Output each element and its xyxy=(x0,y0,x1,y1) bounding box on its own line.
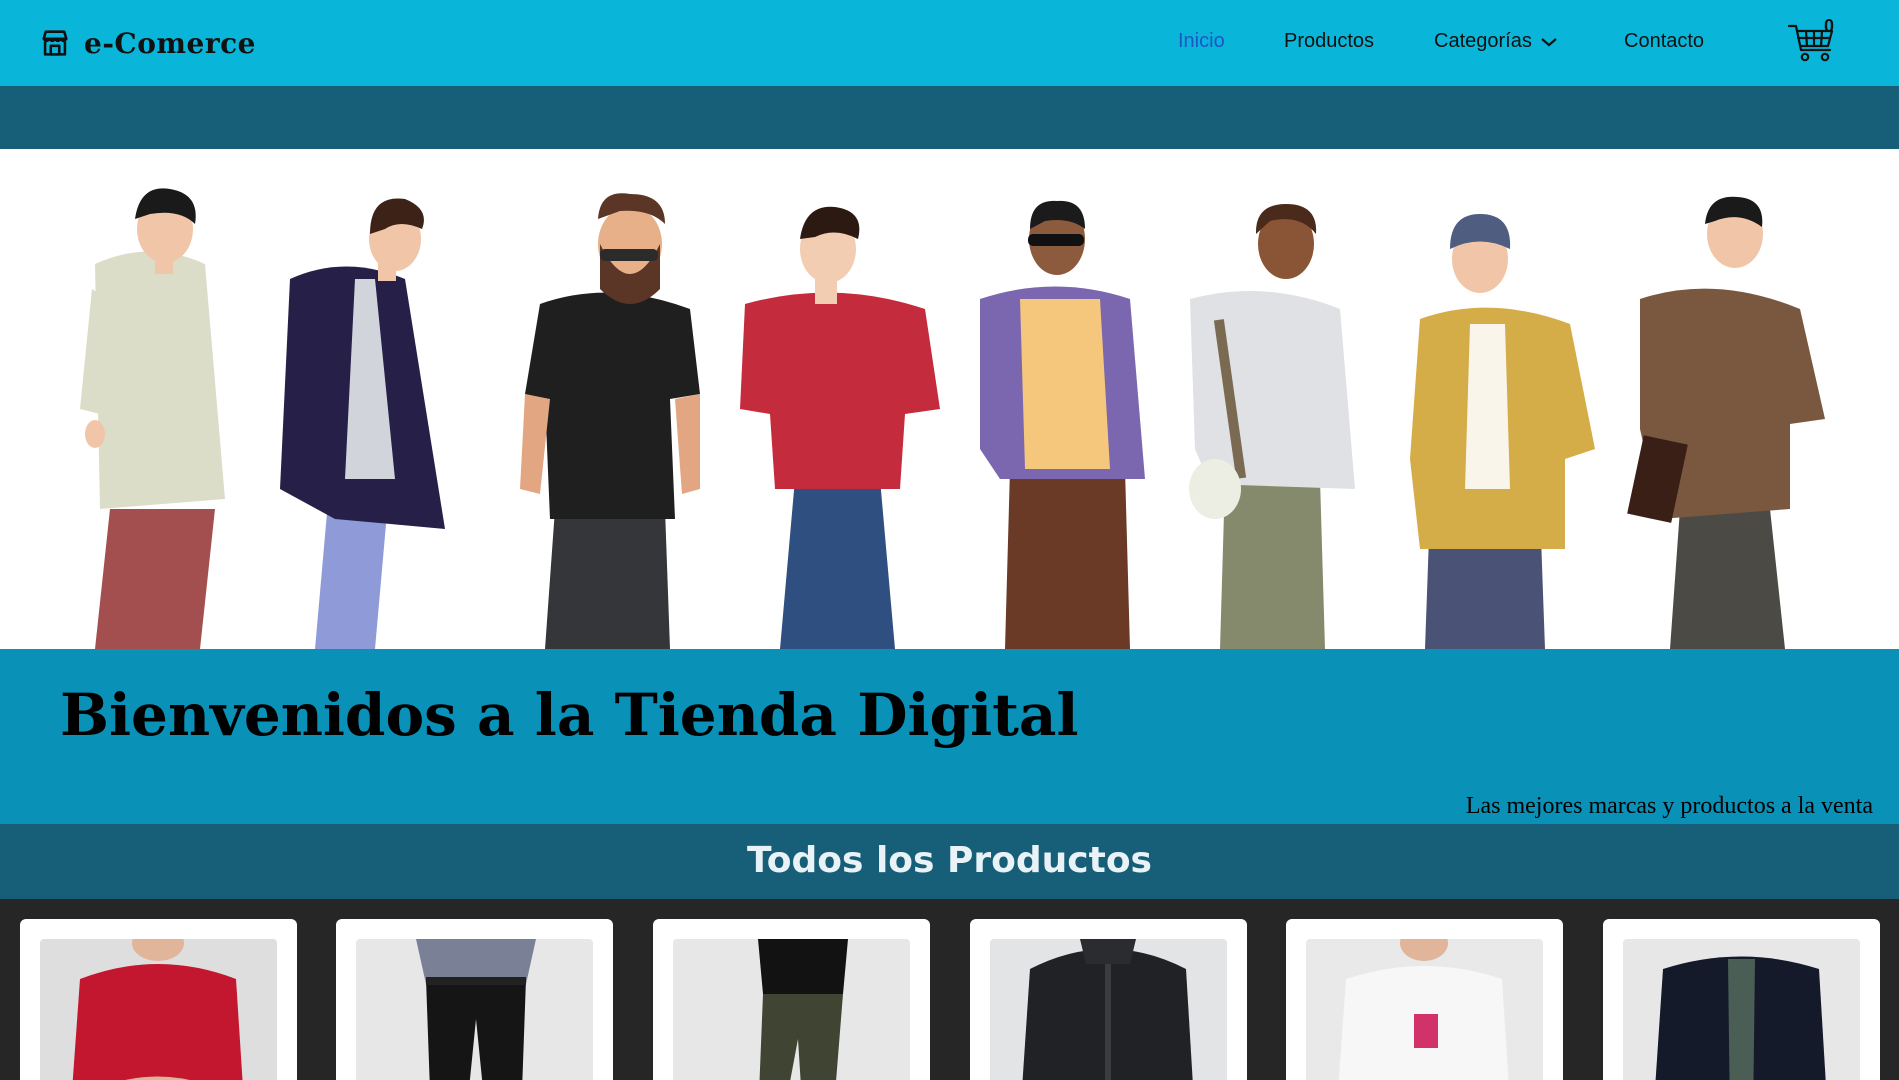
product-card[interactable] xyxy=(970,919,1247,1080)
products-grid xyxy=(0,899,1899,1080)
product-image-checked-shirt xyxy=(356,939,593,1080)
product-image-black-shirt xyxy=(673,939,910,1080)
product-card[interactable] xyxy=(1286,919,1563,1080)
product-card[interactable] xyxy=(1603,919,1880,1080)
navbar: e-Comerce Inicio Productos Categorías Co… xyxy=(0,0,1899,86)
chevron-down-icon xyxy=(1541,37,1557,47)
product-card[interactable] xyxy=(653,919,930,1080)
products-section-header: Todos los Productos xyxy=(0,824,1899,899)
nav-link-categorias-label: Categorías xyxy=(1434,30,1532,52)
cart-count-badge: 0 xyxy=(1824,16,1835,36)
nav-link-productos[interactable]: Productos xyxy=(1284,30,1374,53)
brand-name: e-Comerce xyxy=(84,26,256,60)
nav-link-categorias[interactable]: Categorías xyxy=(1434,30,1558,53)
product-card[interactable] xyxy=(336,919,613,1080)
brand-link[interactable]: e-Comerce xyxy=(38,22,256,64)
welcome-subtitle: Las mejores marcas y productos a la vent… xyxy=(1465,793,1873,819)
hero-banner-image xyxy=(0,149,1899,649)
product-card[interactable] xyxy=(20,919,297,1080)
nav-link-contacto[interactable]: Contacto xyxy=(1624,30,1704,53)
welcome-section: Bienvenidos a la Tienda Digital Las mejo… xyxy=(0,649,1899,824)
sub-banner xyxy=(0,86,1899,149)
products-section-title: Todos los Productos xyxy=(747,840,1152,881)
product-image-red-tshirt xyxy=(40,939,277,1080)
product-image-black-jacket xyxy=(990,939,1227,1080)
store-icon xyxy=(42,30,68,56)
nav-link-inicio[interactable]: Inicio xyxy=(1178,30,1225,53)
hero-people-illustration xyxy=(80,188,1825,649)
product-image-navy-jacket xyxy=(1623,939,1860,1080)
product-image-white-tshirt xyxy=(1306,939,1543,1080)
welcome-title: Bienvenidos a la Tienda Digital xyxy=(60,681,1079,749)
